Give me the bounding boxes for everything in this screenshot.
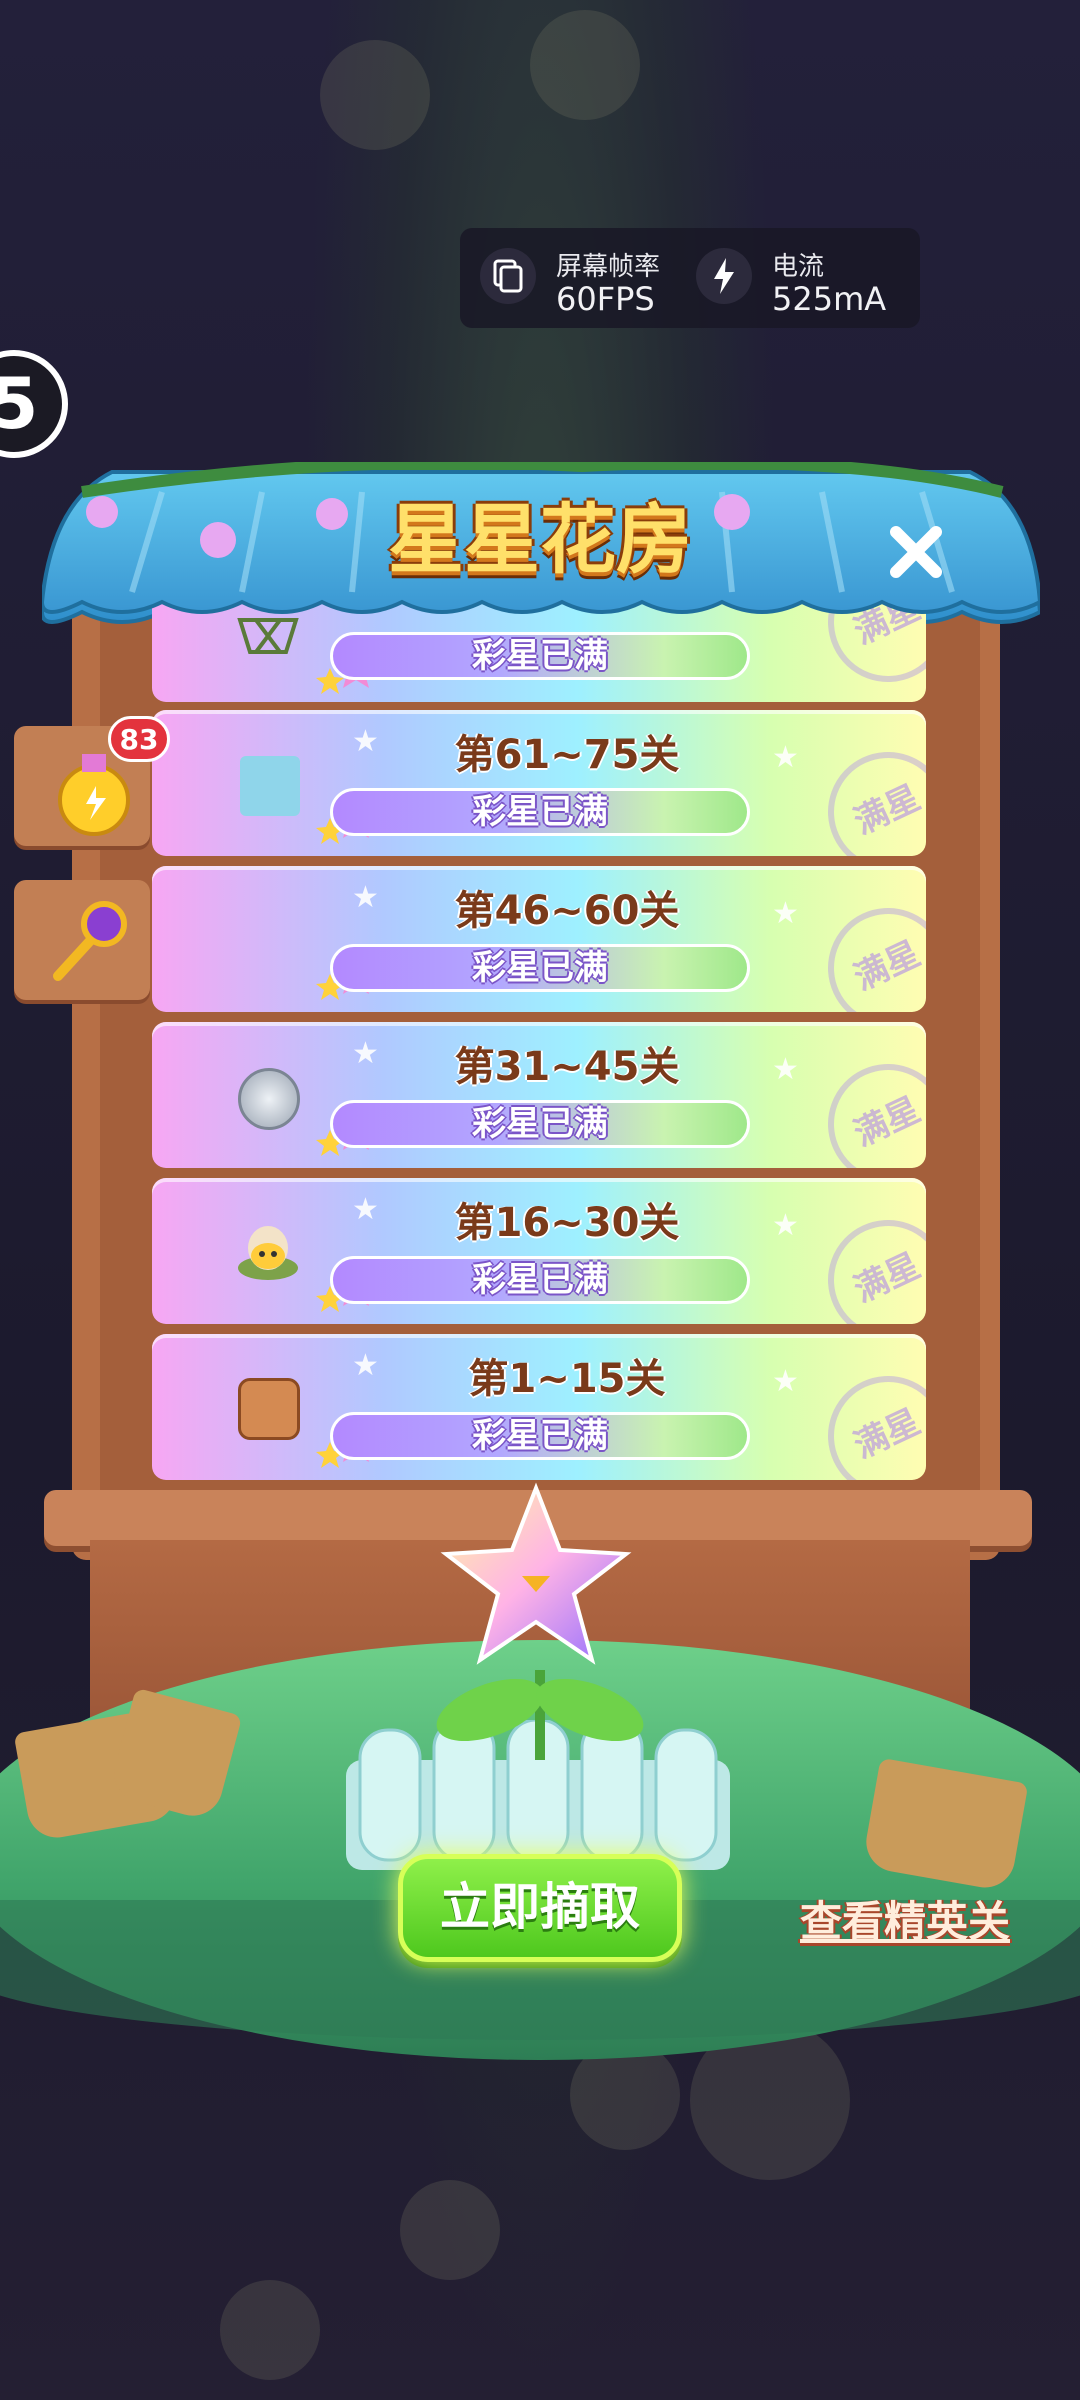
sparkle-icon: ★ [772,1364,799,1399]
hatching-chick-icon [236,1218,300,1282]
rainbow-star-flower [440,1482,632,1665]
status-bar: 彩星已满 [330,788,750,836]
view-elite-levels-link[interactable]: 查看精英关 [800,1888,1020,1949]
panel-title-front: 星星花房 [388,495,692,584]
harvest-button[interactable]: 立即摘取 [398,1854,682,1962]
status-text: 彩星已满 [472,1260,608,1300]
scepter-icon [53,901,127,981]
status-text: 彩星已满 [472,1104,608,1144]
current-value: 525mA [772,280,887,318]
full-star-stamp: 满星 [808,732,926,856]
level-range-row[interactable]: ★ ★ 第61~75关 彩星已满 满星 [152,710,926,856]
cookie-bear-icon [238,1378,300,1440]
level-range-title: 第1~15关 [468,1356,666,1402]
sparkle-icon: ★ [352,1036,379,1071]
status-bar: 彩星已满 [330,632,750,680]
scepter-item[interactable] [14,880,150,1000]
map-node [400,2180,500,2280]
silver-coin-icon [238,1068,300,1130]
status-text: 彩星已满 [472,948,608,988]
flower-leaves [436,1670,644,1760]
map-node [320,40,430,150]
level-range-row[interactable]: ★ ★ 第16~30关 彩星已满 满星 [152,1178,926,1324]
sparkle-icon: ★ [772,740,799,775]
status-bar: 彩星已满 [330,1412,750,1460]
level-range-row[interactable]: ★ ★ 第1~15关 彩星已满 满星 [152,1334,926,1480]
close-button[interactable] [876,512,956,592]
close-icon [890,526,942,578]
full-star-stamp: 满星 [808,1200,926,1324]
status-bar: 彩星已满 [330,1100,750,1148]
sparkle-icon: ★ [352,1348,379,1383]
copy-icon [480,248,536,304]
full-star-stamp: 满星 [808,888,926,1012]
level-range-title: 第61~75关 [454,732,680,778]
ice-block-icon [240,756,300,816]
fps-value: 60FPS [556,280,655,318]
status-text: 彩星已满 [472,792,608,832]
level-range-row[interactable]: ★ ★ 第31~45关 彩星已满 满星 [152,1022,926,1168]
sparkle-icon: ★ [772,896,799,931]
status-bar: 彩星已满 [330,944,750,992]
level-range-title: 第46~60关 [454,888,680,934]
map-node [530,10,640,120]
sparkle-icon: ★ [352,1192,379,1227]
current-label: 电流 [772,252,825,282]
status-text: 彩星已满 [472,636,608,676]
full-star-stamp: 满星 [808,1044,926,1168]
sparkle-icon: ★ [772,1052,799,1087]
status-text: 彩星已满 [472,1416,608,1456]
full-star-stamp: 满星 [808,1356,926,1480]
status-bar: 彩星已满 [330,1256,750,1304]
sparkle-icon: ★ [772,1208,799,1243]
potion-count-badge: 83 [108,716,170,762]
lightning-icon [696,248,752,304]
sparkle-icon: ★ [352,880,379,915]
sparkle-icon: ★ [352,724,379,759]
fps-label: 屏幕帧率 [556,252,661,282]
performance-overlay: 屏幕帧率 60FPS 电流 525mA [460,228,920,328]
level-range-title: 第31~45关 [454,1044,680,1090]
map-node [220,2280,320,2380]
level-range-row[interactable]: ★ ★ 第46~60关 彩星已满 满星 [152,866,926,1012]
level-range-title: 第16~30关 [454,1200,680,1246]
